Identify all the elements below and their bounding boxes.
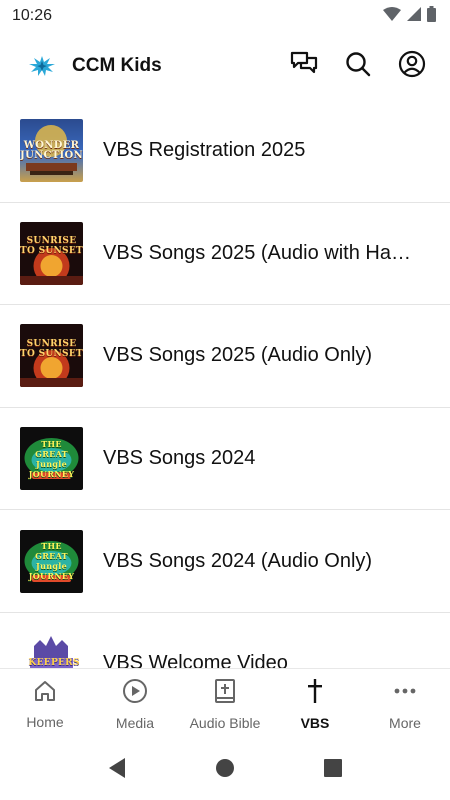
list-item[interactable]: SUNRISE TO SUNSET VBS Songs 2025 (Audio … bbox=[0, 203, 450, 306]
app-actions bbox=[286, 48, 430, 84]
nav-label: More bbox=[389, 715, 421, 731]
cross-icon bbox=[305, 678, 325, 709]
nav-media[interactable]: Media bbox=[90, 669, 180, 740]
thumbnail-title: THE GREAT Jungle JOURNEY bbox=[28, 541, 75, 582]
chat-icon bbox=[290, 51, 318, 82]
bottom-nav: Home Media Audio Bible VBS More bbox=[0, 668, 450, 740]
list-item-label: VBS Songs 2025 (Audio Only) bbox=[103, 344, 373, 367]
more-dots-icon bbox=[392, 678, 418, 709]
sunrise-to-sunset-thumbnail: SUNRISE TO SUNSET bbox=[20, 324, 83, 388]
list-item[interactable]: WONDER JUNCTION VBS Registration 2025 bbox=[0, 100, 450, 203]
vbs-list: WONDER JUNCTION VBS Registration 2025 SU… bbox=[0, 100, 450, 668]
wifi-icon bbox=[383, 6, 401, 26]
account-icon bbox=[398, 50, 426, 83]
jungle-journey-thumbnail: THE GREAT Jungle JOURNEY bbox=[20, 427, 83, 491]
thumbnail-title: WONDER JUNCTION bbox=[20, 139, 83, 161]
account-button[interactable] bbox=[394, 48, 430, 84]
list-item[interactable]: KEEPERS OF THE VBS Welcome Video bbox=[0, 613, 450, 668]
app-title: CCM Kids bbox=[72, 55, 162, 76]
wonder-junction-thumbnail: WONDER JUNCTION bbox=[20, 119, 83, 183]
back-button[interactable] bbox=[107, 757, 127, 784]
nav-label: Audio Bible bbox=[189, 715, 261, 731]
app-bar: CCM Kids bbox=[0, 32, 450, 100]
thumbnail-title: SUNRISE TO SUNSET bbox=[20, 236, 83, 257]
list-item-label: VBS Songs 2024 bbox=[103, 447, 256, 470]
status-time: 10:26 bbox=[12, 7, 53, 24]
list-item-label: VBS Songs 2025 (Audio with Ha… bbox=[103, 241, 411, 264]
play-circle-icon bbox=[122, 678, 148, 709]
search-icon bbox=[345, 51, 371, 82]
list-item[interactable]: THE GREAT Jungle JOURNEY VBS Songs 2024 … bbox=[0, 510, 450, 613]
home-icon bbox=[33, 679, 57, 708]
nav-vbs[interactable]: VBS bbox=[270, 669, 360, 740]
list-item-label: VBS Registration 2025 bbox=[103, 139, 306, 162]
list-item[interactable]: SUNRISE TO SUNSET VBS Songs 2025 (Audio … bbox=[0, 305, 450, 408]
nav-home[interactable]: Home bbox=[0, 669, 90, 740]
search-button[interactable] bbox=[340, 48, 376, 84]
bible-icon bbox=[214, 678, 236, 709]
nav-audio-bible[interactable]: Audio Bible bbox=[180, 669, 270, 740]
thumbnail-title: SUNRISE TO SUNSET bbox=[20, 338, 83, 359]
recents-button[interactable] bbox=[323, 758, 343, 783]
nav-more[interactable]: More bbox=[360, 669, 450, 740]
nav-label: Media bbox=[115, 715, 155, 731]
home-system-button[interactable] bbox=[215, 758, 235, 783]
list-item-label: VBS Welcome Video bbox=[103, 652, 288, 668]
cellular-signal-icon bbox=[407, 6, 421, 26]
jungle-journey-thumbnail: THE GREAT Jungle JOURNEY bbox=[20, 529, 83, 593]
ccm-logo-icon bbox=[26, 50, 58, 82]
keepers-thumbnail: KEEPERS OF THE bbox=[20, 632, 83, 668]
chat-button[interactable] bbox=[286, 48, 322, 84]
status-bar: 10:26 bbox=[0, 0, 450, 32]
battery-icon bbox=[427, 5, 436, 27]
list-item-label: VBS Songs 2024 (Audio Only) bbox=[103, 549, 373, 572]
list-item[interactable]: THE GREAT Jungle JOURNEY VBS Songs 2024 bbox=[0, 408, 450, 511]
nav-label: VBS bbox=[300, 715, 330, 731]
status-icons bbox=[383, 5, 436, 27]
nav-label: Home bbox=[26, 714, 64, 730]
sunrise-to-sunset-thumbnail: SUNRISE TO SUNSET bbox=[20, 221, 83, 285]
thumbnail-title: KEEPERS OF THE bbox=[28, 658, 80, 668]
thumbnail-title: THE GREAT Jungle JOURNEY bbox=[28, 438, 75, 479]
system-nav bbox=[0, 740, 450, 800]
